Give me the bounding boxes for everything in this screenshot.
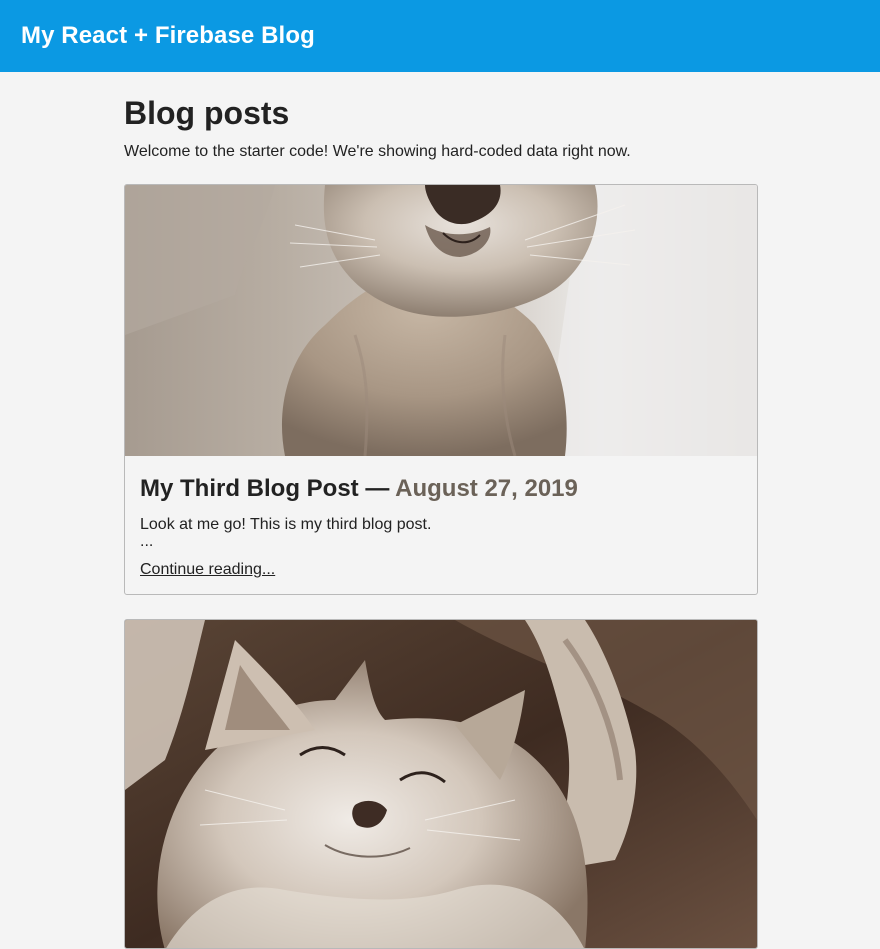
post-date: August 27, 2019	[395, 475, 578, 502]
post-image	[125, 185, 757, 456]
post-excerpt: Look at me go! This is my third blog pos…	[140, 516, 432, 533]
continue-reading-link[interactable]: Continue reading...	[140, 561, 275, 579]
main-content: Blog posts Welcome to the starter code! …	[124, 72, 758, 949]
post-title[interactable]: My Third Blog Post	[140, 475, 359, 502]
post-body: My Third Blog Post — August 27, 2019 Loo…	[125, 456, 757, 594]
post-title-separator: —	[358, 475, 396, 502]
post-image	[125, 620, 757, 948]
post-card: My Third Blog Post — August 27, 2019 Loo…	[124, 184, 758, 595]
post-ellipsis: ...	[140, 533, 154, 550]
intro-text: Welcome to the starter code! We're showi…	[124, 143, 631, 160]
post-card	[124, 619, 758, 949]
app-header: My React + Firebase Blog	[0, 0, 880, 72]
app-title[interactable]: My React + Firebase Blog	[21, 22, 315, 50]
post-heading: My Third Blog Post — August 27, 2019	[140, 474, 742, 504]
page-title: Blog posts	[124, 95, 290, 131]
